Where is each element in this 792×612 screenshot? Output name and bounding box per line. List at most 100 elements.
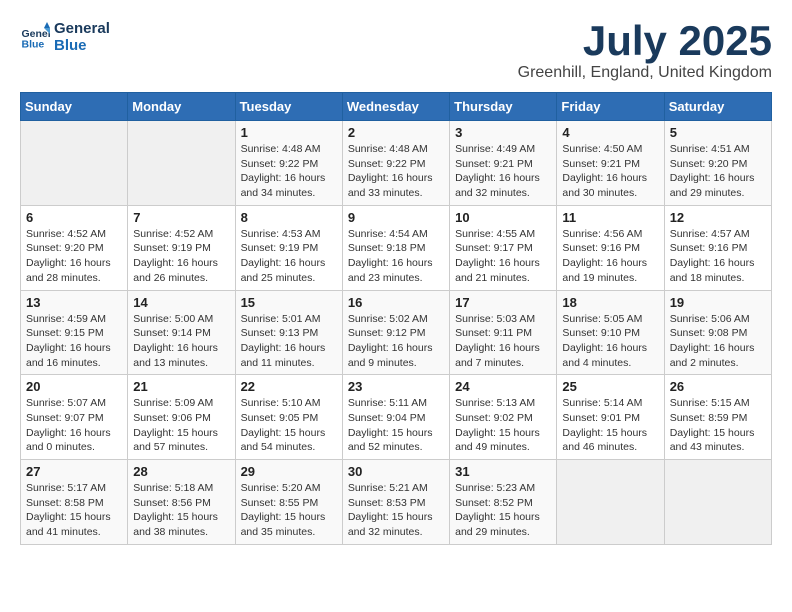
day-number: 26 <box>670 379 766 394</box>
day-number: 19 <box>670 295 766 310</box>
day-info: Sunrise: 4:50 AM Sunset: 9:21 PM Dayligh… <box>562 142 658 201</box>
day-number: 24 <box>455 379 551 394</box>
day-header-thursday: Thursday <box>450 93 557 121</box>
day-info: Sunrise: 5:03 AM Sunset: 9:11 PM Dayligh… <box>455 312 551 371</box>
day-number: 13 <box>26 295 122 310</box>
week-row-5: 27 Sunrise: 5:17 AM Sunset: 8:58 PM Dayli… <box>21 460 772 545</box>
calendar-cell: 15 Sunrise: 5:01 AM Sunset: 9:13 PM Dayli… <box>235 290 342 375</box>
calendar-cell: 27 Sunrise: 5:17 AM Sunset: 8:58 PM Dayli… <box>21 460 128 545</box>
day-number: 12 <box>670 210 766 225</box>
calendar-cell: 1Sunrise: 4:48 AM Sunset: 9:22 PM Daylig… <box>235 121 342 206</box>
calendar-cell <box>557 460 664 545</box>
day-number: 10 <box>455 210 551 225</box>
logo-blue: Blue <box>54 37 110 54</box>
page-header: General Blue General Blue July 2025 Gree… <box>20 20 772 82</box>
calendar-cell: 22 Sunrise: 5:10 AM Sunset: 9:05 PM Dayli… <box>235 375 342 460</box>
calendar-cell: 29Sunrise: 5:20 AM Sunset: 8:55 PM Dayli… <box>235 460 342 545</box>
calendar-cell: 5 Sunrise: 4:51 AM Sunset: 9:20 PM Daylig… <box>664 121 771 206</box>
calendar-cell: 23 Sunrise: 5:11 AM Sunset: 9:04 PM Dayli… <box>342 375 449 460</box>
day-header-saturday: Saturday <box>664 93 771 121</box>
day-info: Sunrise: 5:18 AM Sunset: 8:56 PM Dayligh… <box>133 481 229 540</box>
day-info: Sunrise: 5:10 AM Sunset: 9:05 PM Dayligh… <box>241 396 337 455</box>
day-number: 21 <box>133 379 229 394</box>
day-number: 14 <box>133 295 229 310</box>
day-info: Sunrise: 5:00 AM Sunset: 9:14 PM Dayligh… <box>133 312 229 371</box>
day-info: Sunrise: 4:53 AM Sunset: 9:19 PM Dayligh… <box>241 227 337 286</box>
day-number: 8 <box>241 210 337 225</box>
calendar-cell: 8 Sunrise: 4:53 AM Sunset: 9:19 PM Daylig… <box>235 205 342 290</box>
day-info: Sunrise: 4:48 AM Sunset: 9:22 PM Dayligh… <box>348 142 444 201</box>
calendar-cell: 19 Sunrise: 5:06 AM Sunset: 9:08 PM Dayli… <box>664 290 771 375</box>
day-number: 22 <box>241 379 337 394</box>
day-number: 3 <box>455 125 551 140</box>
logo-icon: General Blue <box>20 22 50 52</box>
day-header-sunday: Sunday <box>21 93 128 121</box>
day-info: Sunrise: 5:01 AM Sunset: 9:13 PM Dayligh… <box>241 312 337 371</box>
calendar-cell: 21 Sunrise: 5:09 AM Sunset: 9:06 PM Dayli… <box>128 375 235 460</box>
day-number: 31 <box>455 464 551 479</box>
calendar-cell: 9Sunrise: 4:54 AM Sunset: 9:18 PM Daylig… <box>342 205 449 290</box>
day-info: Sunrise: 4:52 AM Sunset: 9:19 PM Dayligh… <box>133 227 229 286</box>
calendar-cell: 14 Sunrise: 5:00 AM Sunset: 9:14 PM Dayli… <box>128 290 235 375</box>
calendar-cell: 18 Sunrise: 5:05 AM Sunset: 9:10 PM Dayli… <box>557 290 664 375</box>
day-info: Sunrise: 5:14 AM Sunset: 9:01 PM Dayligh… <box>562 396 658 455</box>
day-number: 9 <box>348 210 444 225</box>
week-row-1: 1Sunrise: 4:48 AM Sunset: 9:22 PM Daylig… <box>21 121 772 206</box>
day-info: Sunrise: 4:57 AM Sunset: 9:16 PM Dayligh… <box>670 227 766 286</box>
day-info: Sunrise: 4:59 AM Sunset: 9:15 PM Dayligh… <box>26 312 122 371</box>
day-info: Sunrise: 5:07 AM Sunset: 9:07 PM Dayligh… <box>26 396 122 455</box>
calendar-cell <box>21 121 128 206</box>
svg-text:Blue: Blue <box>22 39 45 51</box>
calendar-cell: 13 Sunrise: 4:59 AM Sunset: 9:15 PM Dayli… <box>21 290 128 375</box>
day-header-wednesday: Wednesday <box>342 93 449 121</box>
day-number: 2 <box>348 125 444 140</box>
day-info: Sunrise: 5:11 AM Sunset: 9:04 PM Dayligh… <box>348 396 444 455</box>
calendar-table: SundayMondayTuesdayWednesdayThursdayFrid… <box>20 92 772 545</box>
calendar-cell: 16Sunrise: 5:02 AM Sunset: 9:12 PM Dayli… <box>342 290 449 375</box>
header-row: SundayMondayTuesdayWednesdayThursdayFrid… <box>21 93 772 121</box>
day-info: Sunrise: 4:48 AM Sunset: 9:22 PM Dayligh… <box>241 142 337 201</box>
day-info: Sunrise: 5:21 AM Sunset: 8:53 PM Dayligh… <box>348 481 444 540</box>
calendar-cell: 7 Sunrise: 4:52 AM Sunset: 9:19 PM Daylig… <box>128 205 235 290</box>
day-number: 27 <box>26 464 122 479</box>
day-number: 20 <box>26 379 122 394</box>
day-info: Sunrise: 5:09 AM Sunset: 9:06 PM Dayligh… <box>133 396 229 455</box>
day-number: 15 <box>241 295 337 310</box>
day-info: Sunrise: 4:55 AM Sunset: 9:17 PM Dayligh… <box>455 227 551 286</box>
calendar-cell: 24 Sunrise: 5:13 AM Sunset: 9:02 PM Dayli… <box>450 375 557 460</box>
day-number: 17 <box>455 295 551 310</box>
day-number: 4 <box>562 125 658 140</box>
calendar-cell <box>664 460 771 545</box>
calendar-cell: 10 Sunrise: 4:55 AM Sunset: 9:17 PM Dayli… <box>450 205 557 290</box>
calendar-cell: 4 Sunrise: 4:50 AM Sunset: 9:21 PM Daylig… <box>557 121 664 206</box>
day-info: Sunrise: 5:13 AM Sunset: 9:02 PM Dayligh… <box>455 396 551 455</box>
day-number: 7 <box>133 210 229 225</box>
day-number: 6 <box>26 210 122 225</box>
calendar-cell: 26Sunrise: 5:15 AM Sunset: 8:59 PM Dayli… <box>664 375 771 460</box>
logo-general: General <box>54 20 110 37</box>
calendar-cell: 17 Sunrise: 5:03 AM Sunset: 9:11 PM Dayli… <box>450 290 557 375</box>
week-row-4: 20 Sunrise: 5:07 AM Sunset: 9:07 PM Dayli… <box>21 375 772 460</box>
day-number: 18 <box>562 295 658 310</box>
day-number: 23 <box>348 379 444 394</box>
calendar-cell: 11Sunrise: 4:56 AM Sunset: 9:16 PM Dayli… <box>557 205 664 290</box>
day-info: Sunrise: 5:23 AM Sunset: 8:52 PM Dayligh… <box>455 481 551 540</box>
calendar-cell: 3 Sunrise: 4:49 AM Sunset: 9:21 PM Daylig… <box>450 121 557 206</box>
calendar-cell: 6Sunrise: 4:52 AM Sunset: 9:20 PM Daylig… <box>21 205 128 290</box>
week-row-3: 13 Sunrise: 4:59 AM Sunset: 9:15 PM Dayli… <box>21 290 772 375</box>
day-info: Sunrise: 5:17 AM Sunset: 8:58 PM Dayligh… <box>26 481 122 540</box>
day-info: Sunrise: 5:06 AM Sunset: 9:08 PM Dayligh… <box>670 312 766 371</box>
calendar-cell: 30 Sunrise: 5:21 AM Sunset: 8:53 PM Dayli… <box>342 460 449 545</box>
month-title: July 2025 <box>518 20 772 62</box>
day-header-monday: Monday <box>128 93 235 121</box>
day-number: 30 <box>348 464 444 479</box>
day-info: Sunrise: 4:49 AM Sunset: 9:21 PM Dayligh… <box>455 142 551 201</box>
calendar-cell <box>128 121 235 206</box>
calendar-cell: 20 Sunrise: 5:07 AM Sunset: 9:07 PM Dayli… <box>21 375 128 460</box>
day-info: Sunrise: 5:05 AM Sunset: 9:10 PM Dayligh… <box>562 312 658 371</box>
day-info: Sunrise: 5:20 AM Sunset: 8:55 PM Dayligh… <box>241 481 337 540</box>
calendar-cell: 25Sunrise: 5:14 AM Sunset: 9:01 PM Dayli… <box>557 375 664 460</box>
day-number: 16 <box>348 295 444 310</box>
day-info: Sunrise: 4:51 AM Sunset: 9:20 PM Dayligh… <box>670 142 766 201</box>
day-number: 5 <box>670 125 766 140</box>
